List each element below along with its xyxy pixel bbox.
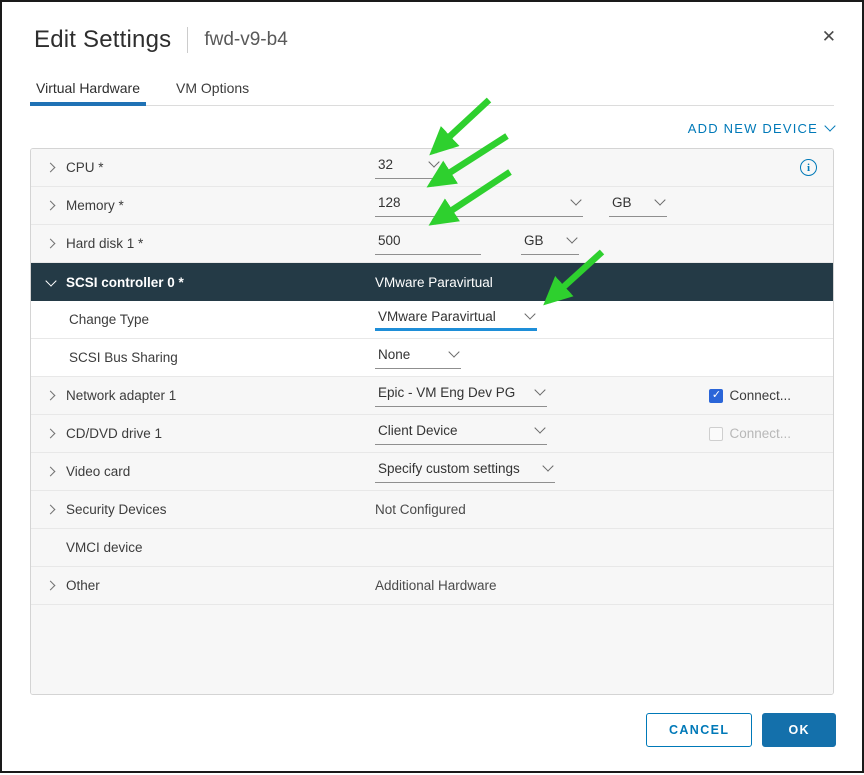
- chevron-down-icon: [654, 194, 665, 205]
- row-video-card: Video card Specify custom settings: [31, 453, 833, 491]
- row-scsi-controller[interactable]: SCSI controller 0 * VMware Paravirtual: [31, 263, 833, 301]
- row-change-type: Change Type VMware Paravirtual: [31, 301, 833, 339]
- row-label: Memory *: [66, 198, 124, 213]
- info-icon[interactable]: i: [800, 159, 817, 176]
- network-adapter-value: Epic - VM Eng Dev PG: [378, 385, 515, 400]
- row-memory: Memory * 128 GB: [31, 187, 833, 225]
- edit-settings-dialog: Edit Settings fwd-v9-b4 ✕ Virtual Hardwa…: [2, 2, 862, 771]
- cpu-value: 32: [378, 157, 393, 172]
- video-card-value: Specify custom settings: [378, 461, 520, 476]
- row-vmci-device: VMCI device: [31, 529, 833, 567]
- toolbar: ADD NEW DEVICE: [30, 118, 834, 138]
- ok-button[interactable]: OK: [762, 713, 836, 747]
- row-label: SCSI Bus Sharing: [69, 350, 178, 365]
- connect-label: Connect...: [729, 426, 791, 441]
- collapse-chevron-icon[interactable]: [47, 279, 57, 285]
- hard-disk-size-input[interactable]: [375, 233, 481, 255]
- hard-disk-unit: GB: [524, 233, 544, 248]
- row-label: Hard disk 1 *: [66, 236, 143, 251]
- row-cd-dvd-drive: CD/DVD drive 1 Client Device Connect...: [31, 415, 833, 453]
- chevron-down-icon: [428, 156, 439, 167]
- chevron-down-icon: [448, 346, 459, 357]
- expand-chevron-icon[interactable]: [47, 430, 57, 437]
- tab-virtual-hardware[interactable]: Virtual Hardware: [34, 80, 142, 105]
- close-icon[interactable]: ✕: [822, 28, 836, 45]
- row-hard-disk: Hard disk 1 * GB: [31, 225, 833, 263]
- add-new-device-button[interactable]: ADD NEW DEVICE: [688, 121, 834, 136]
- cancel-button[interactable]: CANCEL: [646, 713, 752, 747]
- chevron-down-icon: [524, 308, 535, 319]
- other-value: Additional Hardware: [375, 578, 497, 593]
- dialog-footer: CANCEL OK: [646, 713, 836, 747]
- network-adapter-select[interactable]: Epic - VM Eng Dev PG: [375, 385, 547, 407]
- video-card-select[interactable]: Specify custom settings: [375, 461, 555, 483]
- add-new-device-label: ADD NEW DEVICE: [688, 121, 818, 136]
- memory-unit: GB: [612, 195, 632, 210]
- connect-checkbox[interactable]: ✓: [709, 389, 723, 403]
- memory-value: 128: [378, 195, 401, 210]
- expand-chevron-icon[interactable]: [47, 392, 57, 399]
- cpu-select[interactable]: 32: [375, 157, 441, 179]
- cd-dvd-value: Client Device: [378, 423, 458, 438]
- row-cpu: CPU * 32 i: [31, 149, 833, 187]
- row-label: Other: [66, 578, 100, 593]
- row-label: Change Type: [69, 312, 149, 327]
- row-scsi-bus-sharing: SCSI Bus Sharing None: [31, 339, 833, 377]
- connect-label: Connect...: [729, 388, 791, 403]
- row-other: Other Additional Hardware: [31, 567, 833, 605]
- chevron-down-icon: [824, 120, 835, 131]
- row-label: Network adapter 1: [66, 388, 176, 403]
- title-divider: [187, 27, 188, 53]
- tab-bar: Virtual Hardware VM Options: [30, 80, 834, 106]
- change-type-value: VMware Paravirtual: [378, 309, 496, 324]
- chevron-down-icon: [570, 194, 581, 205]
- scsi-bus-sharing-value: None: [378, 347, 410, 362]
- row-network-adapter: Network adapter 1 Epic - VM Eng Dev PG ✓…: [31, 377, 833, 415]
- cd-dvd-select[interactable]: Client Device: [375, 423, 547, 445]
- hardware-table: CPU * 32 i Memory * 128: [30, 148, 834, 695]
- scsi-bus-sharing-select[interactable]: None: [375, 347, 461, 369]
- row-label: SCSI controller 0 *: [66, 275, 184, 290]
- chevron-down-icon: [534, 384, 545, 395]
- expand-chevron-icon[interactable]: [47, 582, 57, 589]
- chevron-down-icon: [534, 422, 545, 433]
- expand-chevron-icon[interactable]: [47, 506, 57, 513]
- row-label: CPU *: [66, 160, 104, 175]
- row-label: VMCI device: [66, 540, 143, 555]
- chevron-down-icon: [566, 232, 577, 243]
- memory-size-select[interactable]: 128: [375, 195, 583, 217]
- dialog-header: Edit Settings fwd-v9-b4: [2, 2, 862, 54]
- expand-chevron-icon[interactable]: [47, 240, 57, 247]
- chevron-down-icon: [542, 460, 553, 471]
- dialog-title: Edit Settings: [34, 26, 171, 54]
- expand-chevron-icon[interactable]: [47, 468, 57, 475]
- change-type-select[interactable]: VMware Paravirtual: [375, 309, 537, 331]
- hard-disk-unit-select[interactable]: GB: [521, 233, 579, 255]
- vm-name: fwd-v9-b4: [204, 29, 287, 51]
- expand-chevron-icon[interactable]: [47, 164, 57, 171]
- row-label: Security Devices: [66, 502, 167, 517]
- connect-checkbox-disabled: [709, 427, 723, 441]
- security-devices-value: Not Configured: [375, 502, 466, 517]
- tab-vm-options[interactable]: VM Options: [174, 80, 251, 105]
- row-label: CD/DVD drive 1: [66, 426, 162, 441]
- memory-unit-select[interactable]: GB: [609, 195, 667, 217]
- table-empty-area: [31, 605, 833, 694]
- row-label: Video card: [66, 464, 130, 479]
- expand-chevron-icon[interactable]: [47, 202, 57, 209]
- scsi-controller-value: VMware Paravirtual: [375, 275, 493, 290]
- row-security-devices: Security Devices Not Configured: [31, 491, 833, 529]
